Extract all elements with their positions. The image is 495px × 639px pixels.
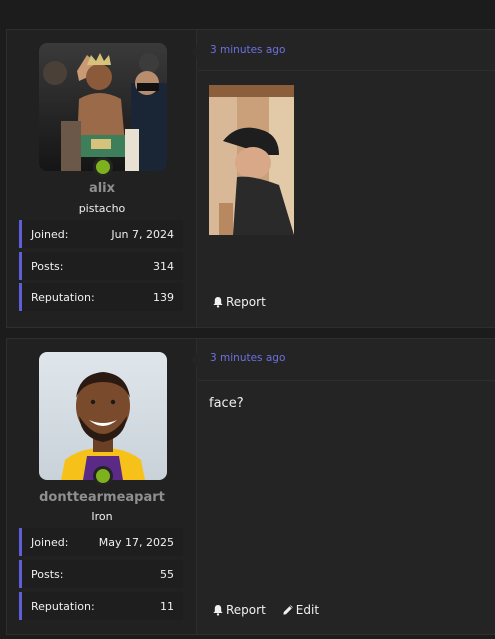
stat-value: 139 xyxy=(153,290,174,304)
divider xyxy=(198,70,495,71)
stat-posts: Posts: 55 xyxy=(19,560,183,588)
bell-icon xyxy=(213,605,223,616)
post-arrow xyxy=(190,44,198,60)
stat-value: 55 xyxy=(160,567,174,581)
divider xyxy=(198,380,495,381)
post: donttearmeapart Iron Joined: May 17, 202… xyxy=(6,338,495,635)
stat-value: May 17, 2025 xyxy=(98,535,174,549)
user-title: pistacho xyxy=(78,202,126,215)
report-label: Report xyxy=(226,603,266,617)
user-info-panel: alix pistacho Joined: Jun 7, 2024 Posts:… xyxy=(7,30,197,327)
post-actions: Report Edit xyxy=(212,603,319,617)
edit-button[interactable]: Edit xyxy=(282,603,319,617)
user-title: Iron xyxy=(91,510,113,523)
post-timestamp-link[interactable]: 3 minutes ago xyxy=(210,44,285,56)
user-info-panel: donttearmeapart Iron Joined: May 17, 202… xyxy=(7,339,197,634)
stat-label: Posts: xyxy=(31,567,64,581)
username[interactable]: donttearmeapart xyxy=(7,490,197,505)
stat-label: Joined: xyxy=(31,227,69,241)
pencil-icon xyxy=(283,605,293,615)
online-status-indicator xyxy=(93,157,113,177)
edit-label: Edit xyxy=(295,603,320,617)
stat-reputation: Reputation: 139 xyxy=(19,283,183,311)
stat-value: 314 xyxy=(153,259,174,273)
stat-posts: Posts: 314 xyxy=(19,252,183,280)
report-button[interactable]: Report xyxy=(212,295,266,309)
bell-icon xyxy=(213,297,223,308)
image-attachment[interactable] xyxy=(209,85,294,235)
stat-label: Reputation: xyxy=(31,290,95,304)
username[interactable]: alix xyxy=(7,181,197,196)
online-status-indicator xyxy=(93,466,113,486)
stat-value: 11 xyxy=(160,599,174,613)
avatar[interactable] xyxy=(39,43,167,177)
stat-value: Jun 7, 2024 xyxy=(111,227,174,241)
stat-label: Joined: xyxy=(31,535,69,549)
avatar[interactable] xyxy=(39,352,167,486)
post: alix pistacho Joined: Jun 7, 2024 Posts:… xyxy=(6,29,495,328)
avatar-image[interactable] xyxy=(39,352,167,480)
post-message-text: face? xyxy=(209,396,244,411)
stat-joined: Joined: May 17, 2025 xyxy=(19,528,183,556)
post-arrow xyxy=(190,352,198,368)
post-timestamp-link[interactable]: 3 minutes ago xyxy=(210,352,285,364)
stat-reputation: Reputation: 11 xyxy=(19,592,183,620)
report-label: Report xyxy=(226,295,266,309)
stat-label: Posts: xyxy=(31,259,64,273)
avatar-image[interactable] xyxy=(39,43,167,171)
stat-joined: Joined: Jun 7, 2024 xyxy=(19,220,183,248)
stat-label: Reputation: xyxy=(31,599,95,613)
report-button[interactable]: Report xyxy=(212,603,266,617)
post-actions: Report xyxy=(212,295,266,309)
